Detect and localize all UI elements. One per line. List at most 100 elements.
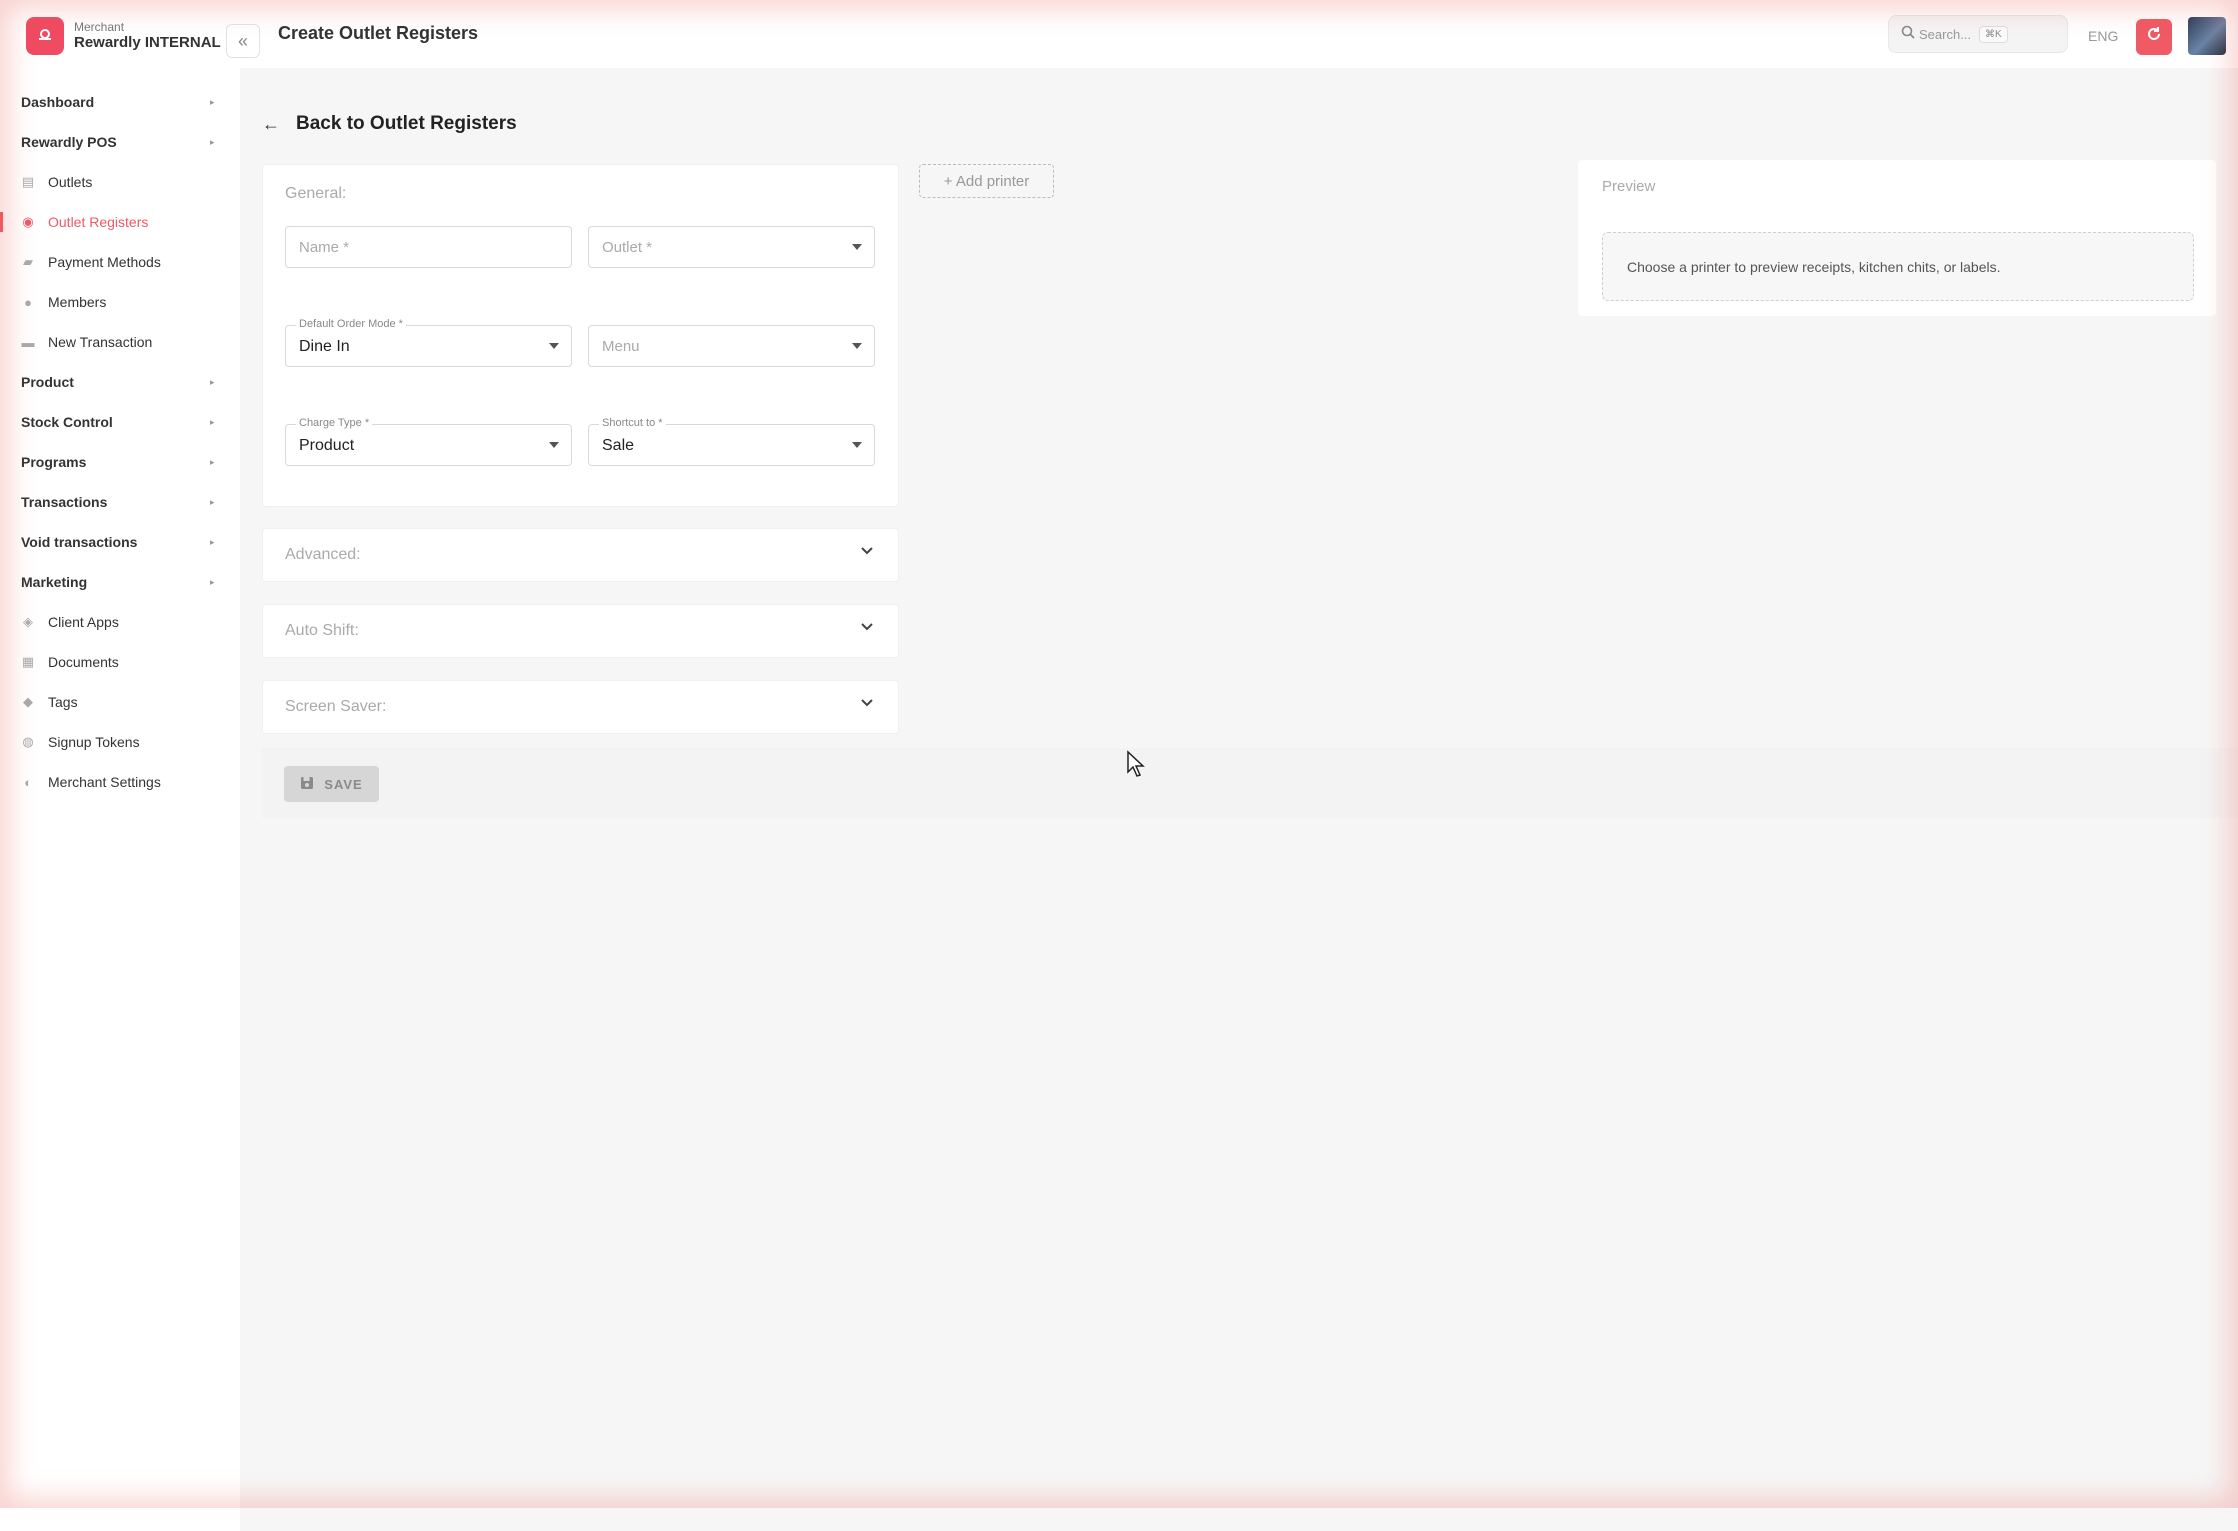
- save-label: SAVE: [324, 776, 363, 792]
- preview-title: Preview: [1602, 178, 1656, 195]
- sidebar-item-stock-control[interactable]: Stock Control ▸: [0, 402, 240, 442]
- general-section: General: Name * Outlet * Default Order M…: [262, 164, 899, 507]
- collapse-sidebar-button[interactable]: «: [226, 24, 260, 58]
- caret-right-icon: ▸: [210, 536, 215, 547]
- tag-icon: ◆: [23, 694, 33, 709]
- preview-panel: Preview Choose a printer to preview rece…: [1578, 160, 2216, 316]
- search-placeholder: Search...: [1919, 26, 1972, 42]
- search-icon: [1901, 25, 1915, 42]
- bottom-strip: [0, 1508, 2238, 1531]
- sidebar-item-outlets[interactable]: ▤ Outlets: [0, 162, 240, 202]
- document-icon: ▦: [21, 654, 35, 669]
- sidebar-item-label: Product: [21, 374, 74, 390]
- refresh-button[interactable]: [2136, 19, 2172, 55]
- settings-icon: ◐: [24, 774, 32, 790]
- sidebar: Merchant Rewardly INTERNAL Dashboard ▸ Rew…: [0, 0, 240, 1508]
- sidebar-item-merchant-settings[interactable]: ◐ Merchant Settings: [0, 762, 240, 802]
- outlet-placeholder: Outlet *: [602, 239, 653, 256]
- sidebar-item-transactions[interactable]: Transactions ▸: [0, 482, 240, 522]
- add-printer-button[interactable]: + Add printer: [919, 164, 1054, 198]
- sidebar-item-rewardly-pos[interactable]: Rewardly POS ▸: [0, 122, 240, 162]
- sidebar-item-label: Documents: [48, 654, 119, 670]
- caret-right-icon: ▸: [210, 456, 215, 467]
- preview-placeholder: Choose a printer to preview receipts, ki…: [1602, 232, 2194, 301]
- menu-placeholder: Menu: [602, 338, 640, 355]
- screen-saver-title: Screen Saver:: [285, 698, 387, 715]
- caret-down-icon: [549, 343, 559, 349]
- shortcut-value: Sale: [602, 437, 635, 454]
- save-bar: SAVE: [262, 748, 2238, 818]
- back-label: Back to Outlet Registers: [296, 113, 517, 134]
- chevron-down-icon: [860, 619, 874, 638]
- sidebar-item-label: Programs: [21, 454, 87, 470]
- sidebar-item-outlet-registers[interactable]: ◉ Outlet Registers: [0, 202, 240, 242]
- language-switch[interactable]: ENG: [2088, 28, 2118, 44]
- sidebar-item-label: Tags: [48, 694, 78, 710]
- sidebar-item-signup-tokens[interactable]: ◍ Signup Tokens: [0, 722, 240, 762]
- general-title: General:: [285, 185, 347, 202]
- card-icon: ▬: [21, 334, 35, 350]
- caret-down-icon: [852, 343, 862, 349]
- sidebar-item-void-transactions[interactable]: Void transactions ▸: [0, 522, 240, 562]
- caret-down-icon: [852, 442, 862, 448]
- token-icon: ◍: [22, 734, 34, 749]
- brand-name: Rewardly INTERNAL: [74, 34, 221, 51]
- search-input[interactable]: Search... ⌘K: [1888, 15, 2068, 53]
- sidebar-item-label: Payment Methods: [48, 254, 161, 270]
- sidebar-item-label: Signup Tokens: [48, 734, 140, 750]
- shortcut-select[interactable]: Shortcut to * Sale: [588, 417, 875, 466]
- back-link[interactable]: ← Back to Outlet Registers: [262, 113, 517, 135]
- caret-right-icon: ▸: [210, 376, 215, 387]
- sidebar-item-members[interactable]: ● Members: [0, 282, 240, 322]
- auto-shift-section[interactable]: Auto Shift:: [262, 604, 899, 658]
- floppy-disk-icon: [300, 776, 314, 793]
- sidebar-item-product[interactable]: Product ▸: [0, 362, 240, 402]
- menu-select[interactable]: Menu: [588, 325, 875, 367]
- caret-right-icon: ▸: [210, 416, 215, 427]
- name-field[interactable]: Name *: [285, 226, 572, 268]
- sidebar-item-programs[interactable]: Programs ▸: [0, 442, 240, 482]
- shortcut-label: Shortcut to *: [599, 417, 666, 429]
- refresh-icon: [2145, 25, 2163, 49]
- sidebar-item-payment-methods[interactable]: ▰ Payment Methods: [0, 242, 240, 282]
- sidebar-item-label: Merchant Settings: [48, 774, 161, 790]
- double-chevron-left-icon: «: [237, 30, 248, 51]
- sidebar-item-label: Marketing: [21, 574, 88, 590]
- sidebar-item-label: New Transaction: [48, 334, 153, 350]
- sidebar-item-label: Void transactions: [21, 534, 138, 550]
- sidebar-item-label: Members: [48, 294, 107, 310]
- mouse-cursor-icon: [1126, 750, 1148, 783]
- caret-right-icon: ▸: [210, 576, 215, 587]
- store-icon: ▤: [21, 174, 35, 189]
- screen-saver-section[interactable]: Screen Saver:: [262, 680, 899, 734]
- caret-right-icon: ▸: [210, 136, 215, 147]
- sidebar-item-dashboard[interactable]: Dashboard ▸: [0, 82, 240, 122]
- sidebar-item-documents[interactable]: ▦ Documents: [0, 642, 240, 682]
- sidebar-nav: Dashboard ▸ Rewardly POS ▸ ▤ Outlets ◉ Outlet R…: [0, 82, 240, 802]
- user-avatar[interactable]: [2188, 17, 2226, 55]
- order-mode-label: Default Order Mode *: [296, 318, 406, 330]
- sidebar-item-tags[interactable]: ◆ Tags: [0, 682, 240, 722]
- sidebar-item-label: Outlets: [48, 174, 93, 190]
- default-order-mode-select[interactable]: Default Order Mode * Dine In: [285, 318, 572, 367]
- charge-type-value: Product: [299, 437, 355, 454]
- advanced-title: Advanced:: [285, 546, 361, 563]
- outlet-select[interactable]: Outlet *: [588, 226, 875, 268]
- top-header: Create Outlet Registers Search... ⌘K ENG: [240, 0, 2238, 68]
- register-icon: ◉: [22, 214, 34, 229]
- advanced-section[interactable]: Advanced:: [262, 528, 899, 582]
- caret-right-icon: ▸: [210, 96, 215, 107]
- bag-icon: [26, 17, 64, 55]
- charge-type-select[interactable]: Charge Type * Product: [285, 417, 572, 466]
- sidebar-item-marketing[interactable]: Marketing ▸: [0, 562, 240, 602]
- brand[interactable]: Merchant Rewardly INTERNAL: [26, 17, 221, 55]
- caret-down-icon: [852, 244, 862, 250]
- sidebar-item-label: Rewardly POS: [21, 134, 117, 150]
- order-mode-value: Dine In: [299, 338, 350, 355]
- sidebar-item-new-transaction[interactable]: ▬ New Transaction: [0, 322, 240, 362]
- sidebar-item-label: Client Apps: [48, 614, 119, 630]
- members-icon: ●: [24, 294, 32, 310]
- save-button[interactable]: SAVE: [284, 766, 379, 802]
- caret-right-icon: ▸: [210, 496, 215, 507]
- sidebar-item-client-apps[interactable]: ◈ Client Apps: [0, 602, 240, 642]
